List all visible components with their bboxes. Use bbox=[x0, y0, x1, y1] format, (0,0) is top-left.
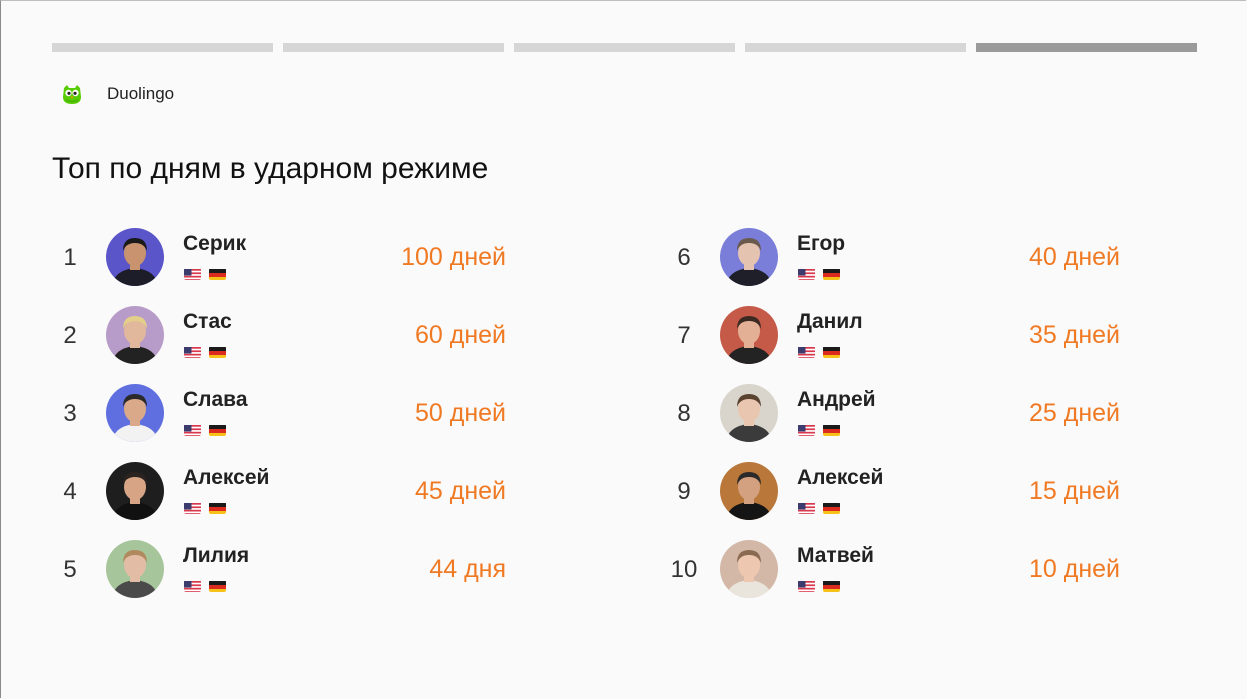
rank-number: 7 bbox=[677, 322, 691, 349]
user-name: Андрей bbox=[797, 388, 876, 411]
de-flag-icon bbox=[209, 268, 226, 280]
avatar[interactable] bbox=[106, 462, 164, 520]
de-flag-icon bbox=[209, 580, 226, 592]
de-flag-icon bbox=[209, 424, 226, 436]
streak-days: 40 дней bbox=[1028, 243, 1120, 271]
streak-days: 25 дней bbox=[1028, 399, 1120, 427]
page-title: Топ по дням в ударном режиме bbox=[52, 152, 489, 185]
course-flags bbox=[798, 580, 840, 592]
course-flags bbox=[184, 268, 226, 280]
avatar[interactable] bbox=[106, 540, 164, 598]
leaderboard-row: 2 Стас 60 дней bbox=[52, 306, 522, 366]
de-flag-icon bbox=[209, 502, 226, 514]
de-flag-icon bbox=[823, 580, 840, 592]
course-flags bbox=[798, 268, 840, 280]
progress-segment[interactable] bbox=[745, 43, 966, 52]
rank-number: 4 bbox=[63, 478, 77, 505]
de-flag-icon bbox=[823, 268, 840, 280]
rank-number: 10 bbox=[670, 556, 698, 583]
avatar[interactable] bbox=[720, 384, 778, 442]
course-flags bbox=[184, 424, 226, 436]
de-flag-icon bbox=[209, 346, 226, 358]
rank-number: 9 bbox=[677, 478, 691, 505]
user-name: Слава bbox=[183, 388, 248, 411]
rank-number: 8 bbox=[677, 400, 691, 427]
leaderboard-row: 8 Андрей 25 дней bbox=[666, 384, 1136, 444]
user-name: Стас bbox=[183, 310, 232, 333]
leaderboard-row: 4 Алексей 45 дней bbox=[52, 462, 522, 522]
avatar[interactable] bbox=[720, 462, 778, 520]
streak-days: 10 дней bbox=[1028, 555, 1120, 583]
leaderboard-row: 3 Слава 50 дней bbox=[52, 384, 522, 444]
user-name: Серик bbox=[183, 232, 247, 255]
avatar[interactable] bbox=[106, 228, 164, 286]
de-flag-icon bbox=[823, 502, 840, 514]
course-flags bbox=[184, 346, 226, 358]
us-flag-icon bbox=[184, 580, 201, 592]
brand-name: Duolingo bbox=[107, 84, 175, 103]
progress-segment[interactable] bbox=[52, 43, 273, 52]
us-flag-icon bbox=[798, 580, 815, 592]
user-name: Матвей bbox=[797, 544, 874, 567]
leaderboard-row: 6 Егор 40 дней bbox=[666, 228, 1136, 288]
rank-number: 5 bbox=[63, 556, 77, 583]
us-flag-icon bbox=[798, 346, 815, 358]
rank-number: 6 bbox=[677, 244, 691, 271]
us-flag-icon bbox=[798, 424, 815, 436]
us-flag-icon bbox=[184, 502, 201, 514]
user-name: Алексей bbox=[183, 466, 270, 489]
course-flags bbox=[798, 346, 840, 358]
streak-days: 45 дней bbox=[414, 477, 506, 505]
course-flags bbox=[184, 502, 226, 514]
leaderboard-row: 7 Данил 35 дней bbox=[666, 306, 1136, 366]
leaderboard-row: 5 Лилия 44 дня bbox=[52, 540, 522, 600]
user-name: Данил bbox=[797, 310, 863, 333]
course-flags bbox=[798, 424, 840, 436]
user-name: Алексей bbox=[797, 466, 884, 489]
duolingo-owl-icon bbox=[63, 85, 81, 104]
us-flag-icon bbox=[798, 502, 815, 514]
leaderboard-row: 9 Алексей 15 дней bbox=[666, 462, 1136, 522]
de-flag-icon bbox=[823, 346, 840, 358]
us-flag-icon bbox=[184, 346, 201, 358]
avatar[interactable] bbox=[106, 306, 164, 364]
streak-days: 35 дней bbox=[1028, 321, 1120, 349]
rank-number: 2 bbox=[63, 322, 77, 349]
rank-number: 1 bbox=[63, 244, 77, 271]
avatar[interactable] bbox=[720, 306, 778, 364]
user-name: Лилия bbox=[183, 544, 250, 567]
leaderboard-row: 1 Серик 100 дней bbox=[52, 228, 522, 288]
rank-number: 3 bbox=[63, 400, 77, 427]
streak-days: 100 дней bbox=[401, 243, 506, 271]
progress-segment[interactable] bbox=[283, 43, 504, 52]
avatar[interactable] bbox=[720, 540, 778, 598]
streak-days: 60 дней bbox=[414, 321, 506, 349]
streak-days: 15 дней bbox=[1028, 477, 1120, 505]
us-flag-icon bbox=[184, 424, 201, 436]
leaderboard-row: 10 Матвей 10 дней bbox=[666, 540, 1136, 600]
de-flag-icon bbox=[823, 424, 840, 436]
avatar[interactable] bbox=[106, 384, 164, 442]
brand: Duolingo bbox=[60, 82, 174, 106]
us-flag-icon bbox=[184, 268, 201, 280]
streak-days: 50 дней bbox=[414, 399, 506, 427]
user-name: Егор bbox=[797, 232, 846, 255]
story-progress-bar bbox=[52, 43, 1197, 52]
streak-days: 44 дня bbox=[429, 555, 506, 583]
course-flags bbox=[184, 580, 226, 592]
course-flags bbox=[798, 502, 840, 514]
progress-segment[interactable] bbox=[514, 43, 735, 52]
avatar[interactable] bbox=[720, 228, 778, 286]
us-flag-icon bbox=[798, 268, 815, 280]
progress-segment-active[interactable] bbox=[976, 43, 1197, 52]
